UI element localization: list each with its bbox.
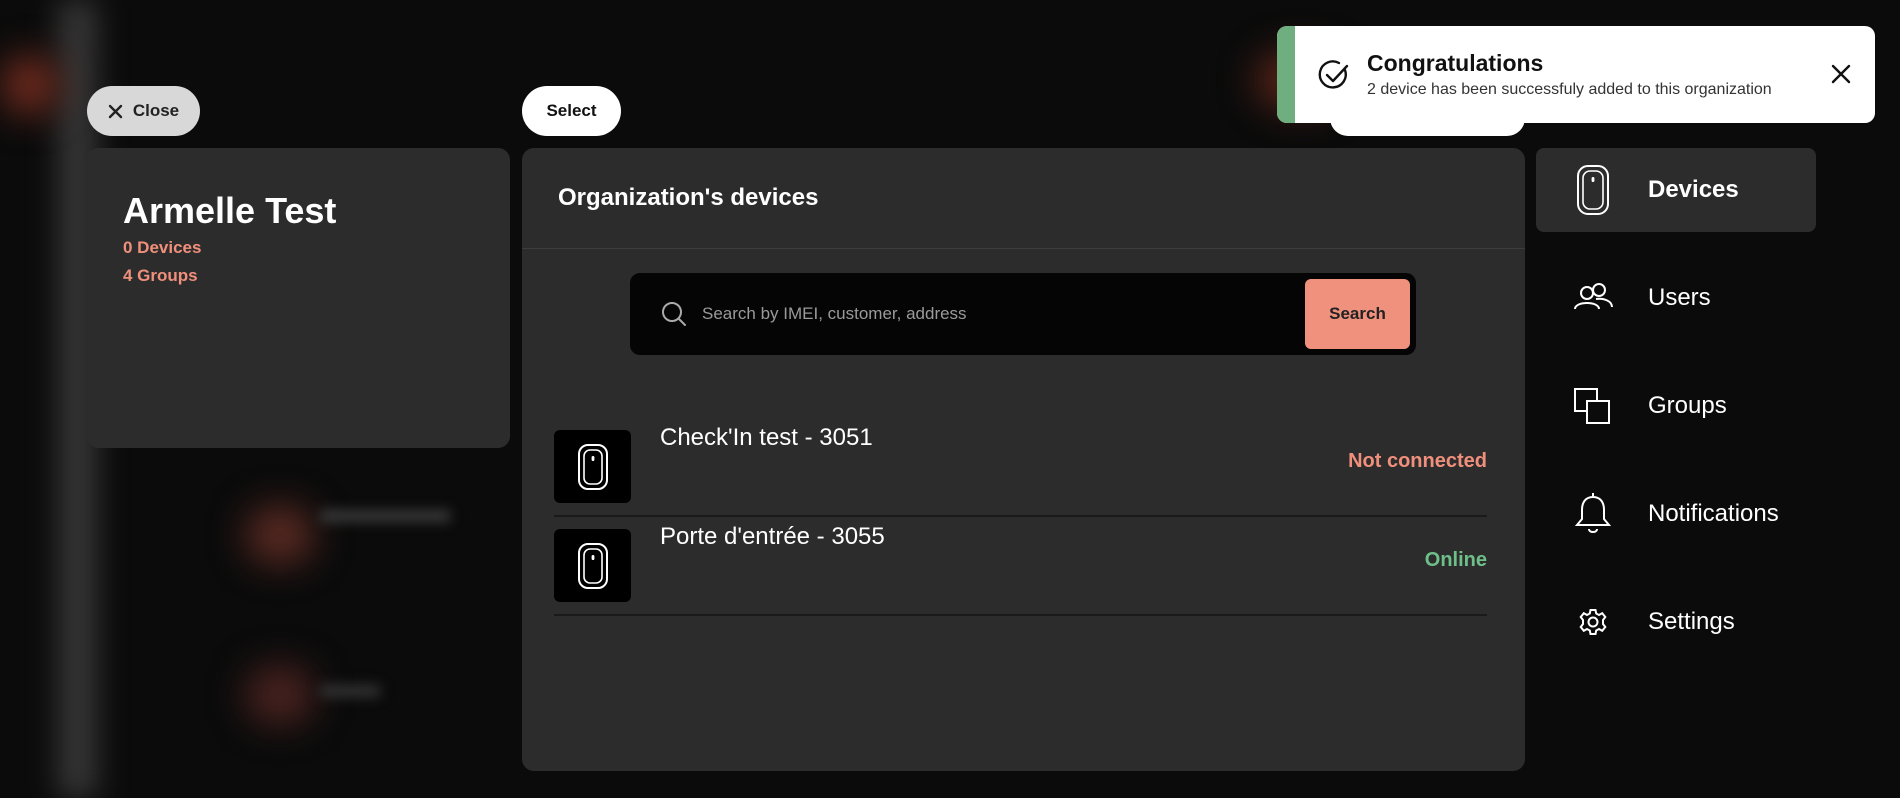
select-button[interactable]: Select (522, 86, 621, 136)
side-nav: Devices Users Groups Notifications Setti… (1536, 148, 1816, 688)
nav-item-devices[interactable]: Devices (1536, 148, 1816, 232)
device-thumbnail (554, 529, 631, 602)
search-bar: Search (630, 273, 1416, 355)
nav-item-label: Devices (1648, 176, 1739, 203)
device-row[interactable]: Check'In test - 3051 Not connected (554, 418, 1487, 517)
background-blob (245, 665, 315, 725)
background-blob (245, 505, 315, 565)
background-line (320, 685, 380, 697)
close-button[interactable]: Close (87, 86, 200, 136)
device-name: Porte d'entrée - 3055 (660, 523, 885, 550)
toast-text: Congratulations 2 device has been succes… (1367, 50, 1772, 99)
nav-item-notifications[interactable]: Notifications (1536, 472, 1816, 556)
users-icon (1572, 273, 1614, 323)
organization-groups-count: 4 Groups (123, 266, 198, 285)
nav-item-label: Groups (1648, 392, 1727, 419)
select-button-label: Select (546, 101, 597, 120)
close-icon[interactable] (1829, 62, 1853, 86)
success-toast: Congratulations 2 device has been succes… (1277, 26, 1875, 123)
device-row[interactable]: Porte d'entrée - 3055 Online (554, 517, 1487, 616)
check-circle-icon (1318, 59, 1349, 89)
device-name: Check'In test - 3051 (660, 424, 873, 451)
background-line (320, 510, 450, 522)
nav-item-groups[interactable]: Groups (1536, 364, 1816, 448)
organization-card: Armelle Test 0 Devices 4 Groups (87, 148, 510, 448)
search-button[interactable]: Search (1305, 279, 1410, 349)
toast-title: Congratulations (1367, 50, 1544, 76)
close-button-label: Close (132, 101, 180, 120)
toast-accent-bar (1277, 26, 1295, 123)
nav-item-label: Settings (1648, 608, 1735, 635)
device-list: Check'In test - 3051 Not connected Porte… (554, 418, 1487, 616)
device-thumbnail (554, 430, 631, 503)
organization-name: Armelle Test (123, 190, 337, 231)
background-blob (0, 55, 60, 115)
devices-panel: Organization's devices Search Check'In t… (522, 148, 1525, 771)
toast-message: 2 device has been successfuly added to t… (1367, 81, 1772, 98)
panel-title: Organization's devices (558, 184, 819, 211)
gear-icon (1572, 597, 1614, 647)
search-input[interactable] (702, 304, 1305, 324)
organization-devices-count: 0 Devices (123, 238, 202, 257)
close-icon (108, 104, 123, 118)
panel-header: Organization's devices (522, 148, 1525, 249)
device-status: Not connected (1348, 450, 1487, 472)
bell-icon (1572, 489, 1614, 539)
device-status: Online (1424, 549, 1487, 571)
search-icon (662, 302, 686, 326)
device-icon (1572, 165, 1614, 215)
nav-item-users[interactable]: Users (1536, 256, 1816, 340)
device-icon (577, 542, 608, 589)
nav-item-label: Notifications (1648, 500, 1779, 527)
device-icon (577, 443, 608, 490)
groups-icon (1572, 381, 1614, 431)
nav-item-settings[interactable]: Settings (1536, 580, 1816, 664)
nav-item-label: Users (1648, 284, 1711, 311)
